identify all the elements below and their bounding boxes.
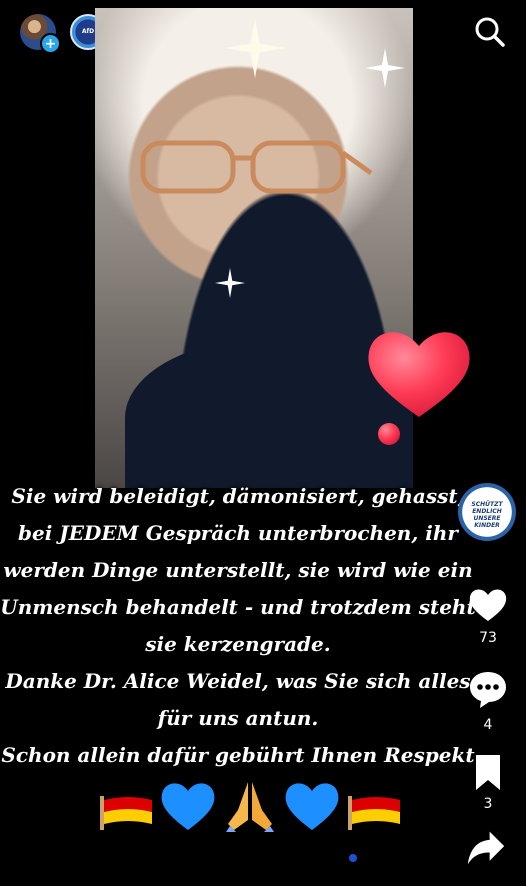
sparkle-icon [225,18,285,78]
profile-badge[interactable]: SCHÜTZT ENDLICH UNSERE KINDER [458,483,516,541]
comment-count: 4 [483,717,493,733]
bookmark-icon[interactable] [468,752,508,792]
blue-heart-icon [161,783,215,830]
caption-line: für uns antun. [157,706,319,730]
page-indicator-dot [349,854,357,862]
blue-heart-icon [285,783,339,830]
emoji-row [98,778,408,834]
comment-icon[interactable] [468,668,508,710]
caption-line: Schon allein dafür gebührt Ihnen Respekt [1,743,475,767]
caption-line: werden Dinge unterstellt, sie wird wie e… [3,558,473,582]
like-heart-icon[interactable] [468,585,508,625]
german-flag-icon [100,785,152,830]
caption-line: Unmensch behandelt - und trotzdem steht [0,595,476,619]
folded-hands-icon [226,782,274,832]
post-caption: Sie wird beleidigt, dämonisiert, gehasst… [0,478,476,774]
glasses-graphic [140,140,373,194]
add-icon[interactable]: + [40,33,61,54]
caption-line: Sie wird beleidigt, dämonisiert, gehasst… [11,484,465,508]
caption-line: sie kerzengrade. [145,632,331,656]
like-count: 73 [479,630,497,646]
sparkle-icon [365,48,405,88]
share-icon[interactable] [466,828,506,868]
heart-sticker-icon [368,332,470,445]
save-count: 3 [483,796,493,812]
caption-line: Danke Dr. Alice Weidel, was Sie sich all… [5,669,471,693]
sparkle-icon [215,268,245,298]
badge-text: SCHÜTZT ENDLICH UNSERE KINDER [471,501,503,529]
caption-line: bei JEDEM Gespräch unterbrochen, ihr [18,521,458,545]
search-icon[interactable] [472,14,508,50]
german-flag-icon [348,785,400,830]
